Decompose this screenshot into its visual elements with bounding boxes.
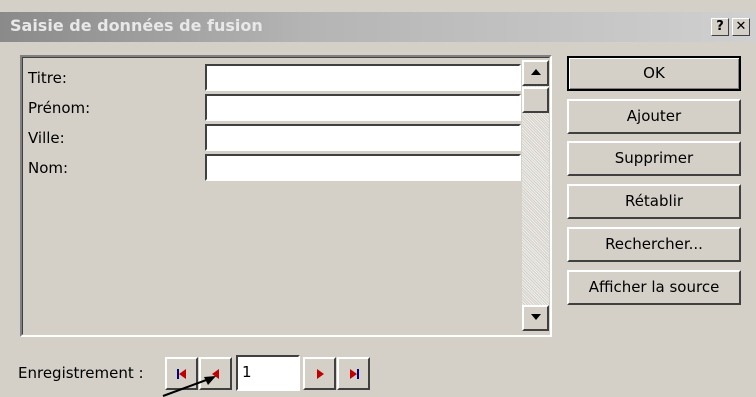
pointer-arrow-annotation — [162, 376, 216, 397]
